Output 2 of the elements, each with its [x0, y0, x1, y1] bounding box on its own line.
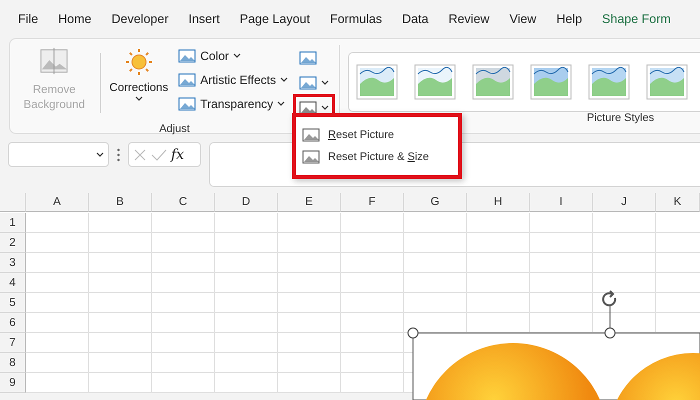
- group-label: Adjust: [159, 123, 190, 135]
- group-label: Picture Styles: [586, 112, 654, 126]
